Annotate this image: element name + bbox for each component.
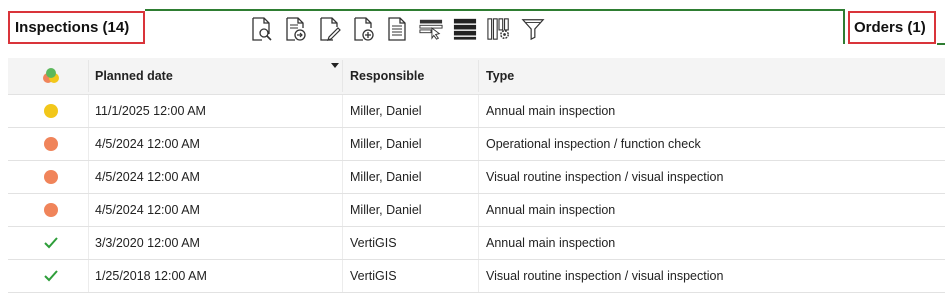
column-separator <box>478 95 479 127</box>
tab-border-bottom <box>937 43 945 45</box>
grid-body: 11/1/2025 12:00 AM Miller, Daniel Annual… <box>8 95 945 293</box>
column-separator <box>342 128 343 160</box>
type-cell: Annual main inspection <box>486 203 616 217</box>
check-icon <box>44 237 58 249</box>
select-columns-icon <box>419 19 443 40</box>
sort-descending-icon <box>331 63 339 68</box>
view-document-icon <box>252 17 272 41</box>
status-cell <box>44 194 58 226</box>
list-view-button[interactable] <box>452 15 478 43</box>
status-cell <box>44 260 58 292</box>
tab-inspections-label: Inspections (14) <box>15 19 130 36</box>
status-dot-icon <box>44 137 58 151</box>
column-separator <box>342 194 343 226</box>
status-dot-icon <box>44 104 58 118</box>
tab-border-top <box>145 9 845 11</box>
status-cell <box>44 95 58 127</box>
type-cell: Operational inspection / function check <box>486 137 701 151</box>
column-separator <box>342 227 343 259</box>
add-document-button[interactable] <box>350 15 376 43</box>
type-cell: Annual main inspection <box>486 104 616 118</box>
type-cell: Visual routine inspection / visual inspe… <box>486 269 724 283</box>
table-row[interactable]: 1/25/2018 12:00 AM VertiGIS Visual routi… <box>8 260 945 293</box>
type-cell: Annual main inspection <box>486 236 616 250</box>
add-document-icon <box>354 17 374 41</box>
status-legend-icon <box>43 68 59 83</box>
column-separator <box>88 60 89 92</box>
column-separator <box>88 161 89 193</box>
planned-date-cell: 4/5/2024 12:00 AM <box>95 137 200 151</box>
export-document-button[interactable] <box>282 15 308 43</box>
grid-header: Planned date Responsible Type <box>8 58 945 95</box>
column-separator <box>342 260 343 292</box>
column-separator <box>478 128 479 160</box>
column-separator <box>478 60 479 92</box>
column-separator <box>478 161 479 193</box>
table-row[interactable]: 4/5/2024 12:00 AM Miller, Daniel Visual … <box>8 161 945 194</box>
type-column-header[interactable]: Type <box>486 58 786 94</box>
status-cell <box>44 161 58 193</box>
edit-document-icon <box>320 17 341 41</box>
planned-date-cell: 11/1/2025 12:00 AM <box>95 104 206 118</box>
responsible-cell: Miller, Daniel <box>350 104 422 118</box>
tab-border-side <box>843 9 845 44</box>
column-separator <box>478 194 479 226</box>
planned-date-column-header[interactable]: Planned date <box>95 58 335 94</box>
planned-date-cell: 1/25/2018 12:00 AM <box>95 269 207 283</box>
toolbar <box>248 14 554 44</box>
table-row[interactable]: 4/5/2024 12:00 AM Miller, Daniel Operati… <box>8 128 945 161</box>
status-dot-icon <box>44 203 58 217</box>
check-icon <box>44 270 58 282</box>
select-columns-button[interactable] <box>418 15 444 43</box>
column-separator <box>88 260 89 292</box>
filter-button[interactable] <box>520 15 546 43</box>
column-separator <box>88 128 89 160</box>
column-separator <box>478 227 479 259</box>
export-document-icon <box>286 17 306 41</box>
planned-date-cell: 3/3/2020 12:00 AM <box>95 236 200 250</box>
table-row[interactable]: 3/3/2020 12:00 AM VertiGIS Annual main i… <box>8 227 945 260</box>
responsible-cell: Miller, Daniel <box>350 203 422 217</box>
filter-icon <box>521 19 545 41</box>
column-separator <box>88 227 89 259</box>
responsible-cell: Miller, Daniel <box>350 137 422 151</box>
planned-date-cell: 4/5/2024 12:00 AM <box>95 203 200 217</box>
tab-orders-label: Orders (1) <box>854 19 926 36</box>
status-column-header[interactable] <box>42 58 64 94</box>
planned-date-cell: 4/5/2024 12:00 AM <box>95 170 200 184</box>
column-separator <box>342 60 343 92</box>
column-separator <box>342 95 343 127</box>
responsible-cell: Miller, Daniel <box>350 170 422 184</box>
view-document-button[interactable] <box>248 15 274 43</box>
report-document-icon <box>388 17 406 41</box>
edit-document-button[interactable] <box>316 15 342 43</box>
column-settings-button[interactable] <box>486 15 512 43</box>
table-row[interactable]: 11/1/2025 12:00 AM Miller, Daniel Annual… <box>8 95 945 128</box>
responsible-column-header[interactable]: Responsible <box>350 58 470 94</box>
type-cell: Visual routine inspection / visual inspe… <box>486 170 724 184</box>
column-separator <box>88 194 89 226</box>
responsible-cell: VertiGIS <box>350 269 397 283</box>
column-separator <box>478 260 479 292</box>
tab-inspections[interactable]: Inspections (14) <box>8 11 145 44</box>
status-cell <box>44 128 58 160</box>
status-cell <box>44 227 58 259</box>
column-separator <box>88 95 89 127</box>
responsible-cell: VertiGIS <box>350 236 397 250</box>
report-document-button[interactable] <box>384 15 410 43</box>
table-row[interactable]: 4/5/2024 12:00 AM Miller, Daniel Annual … <box>8 194 945 227</box>
list-view-icon <box>453 18 477 40</box>
column-settings-icon <box>487 18 509 40</box>
status-dot-icon <box>44 170 58 184</box>
column-separator <box>342 161 343 193</box>
tab-orders[interactable]: Orders (1) <box>848 11 936 44</box>
